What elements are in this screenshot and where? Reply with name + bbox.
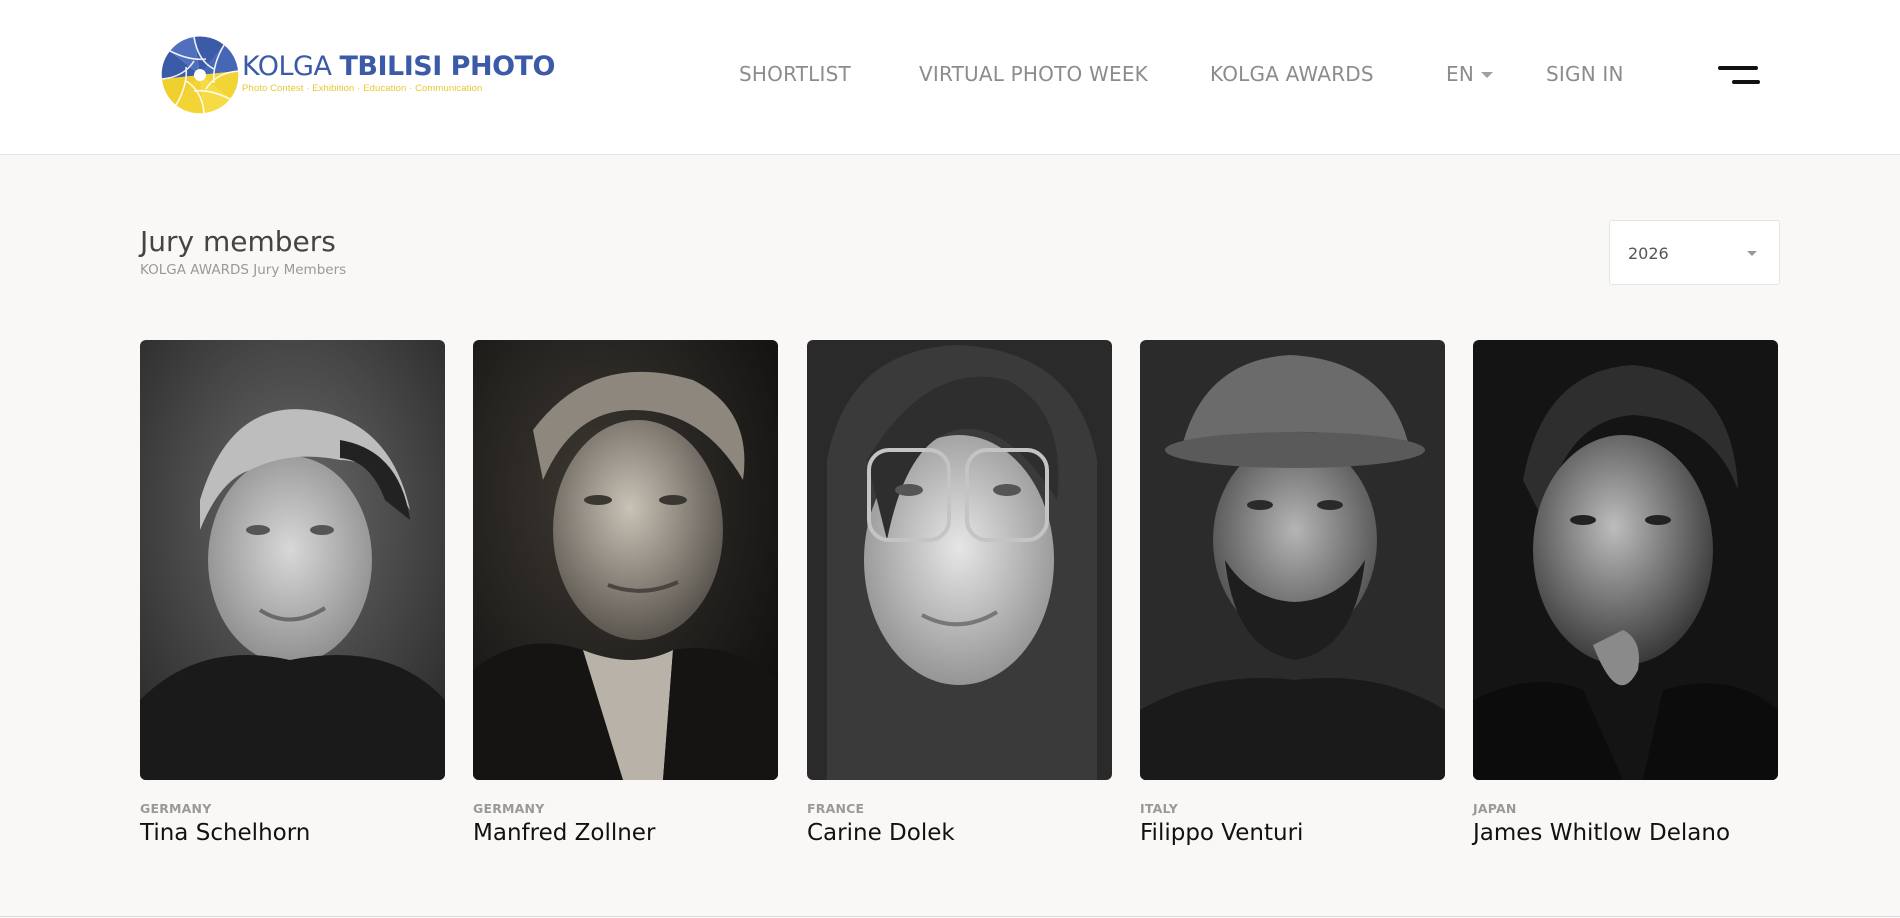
logo-tagline: Photo Contest · Exhibition · Education ·… <box>242 83 483 94</box>
jury-country: JAPAN <box>1473 801 1517 816</box>
jury-card[interactable]: GERMANY Tina Schelhorn <box>140 340 445 846</box>
jury-country: GERMANY <box>140 801 212 816</box>
jury-card[interactable]: GERMANY Manfred Zollner <box>473 340 778 846</box>
nav-kolga-awards[interactable]: KOLGA AWARDS <box>1210 62 1374 86</box>
portrait-image <box>807 340 1112 780</box>
jury-name: Manfred Zollner <box>473 820 656 846</box>
portrait-image <box>1473 340 1778 780</box>
jury-name: James Whitlow Delano <box>1473 820 1731 846</box>
nav-virtual-photo-week[interactable]: VIRTUAL PHOTO WEEK <box>919 62 1148 86</box>
jury-photo <box>807 340 1112 780</box>
nav-shortlist[interactable]: SHORTLIST <box>739 62 851 86</box>
portrait-image <box>140 340 445 780</box>
sign-in-link[interactable]: SIGN IN <box>1546 62 1624 86</box>
jury-photo <box>473 340 778 780</box>
logo-text: KOLGA TBILISI PHOTO Photo Contest · Exhi… <box>242 52 555 95</box>
jury-name: Tina Schelhorn <box>140 820 311 846</box>
chevron-down-icon <box>1747 251 1757 256</box>
page-subtitle: KOLGA AWARDS Jury Members <box>140 262 347 278</box>
year-select[interactable]: 2026 <box>1609 220 1780 285</box>
portrait-image <box>1140 340 1445 780</box>
logo-title-light: KOLGA <box>242 51 340 82</box>
site-header: KOLGA TBILISI PHOTO Photo Contest · Exhi… <box>0 0 1900 155</box>
jury-photo <box>1140 340 1445 780</box>
hamburger-menu-icon[interactable] <box>1718 66 1760 88</box>
jury-name: Carine Dolek <box>807 820 955 846</box>
portrait-image <box>473 340 778 780</box>
jury-card[interactable]: FRANCE Carine Dolek <box>807 340 1112 846</box>
year-select-value: 2026 <box>1628 244 1669 263</box>
jury-name: Filippo Venturi <box>1140 820 1304 846</box>
section-divider <box>0 916 1900 917</box>
aperture-logo-icon <box>161 36 239 114</box>
page-title: Jury members <box>140 225 336 258</box>
jury-country: GERMANY <box>473 801 545 816</box>
menu-bar-top <box>1718 66 1758 70</box>
jury-photo <box>1473 340 1778 780</box>
jury-photo <box>140 340 445 780</box>
jury-card[interactable]: ITALY Filippo Venturi <box>1140 340 1445 846</box>
logo-title: KOLGA TBILISI PHOTO <box>242 52 555 82</box>
site-logo[interactable]: KOLGA TBILISI PHOTO Photo Contest · Exhi… <box>158 32 555 118</box>
jury-country: ITALY <box>1140 801 1178 816</box>
logo-title-bold: TBILISI PHOTO <box>339 51 556 82</box>
menu-bar-bottom <box>1732 80 1760 84</box>
jury-card[interactable]: JAPAN James Whitlow Delano <box>1473 340 1778 846</box>
jury-country: FRANCE <box>807 801 865 816</box>
language-label: EN <box>1446 62 1474 86</box>
chevron-down-icon <box>1481 72 1493 78</box>
language-selector[interactable]: EN <box>1446 62 1493 86</box>
